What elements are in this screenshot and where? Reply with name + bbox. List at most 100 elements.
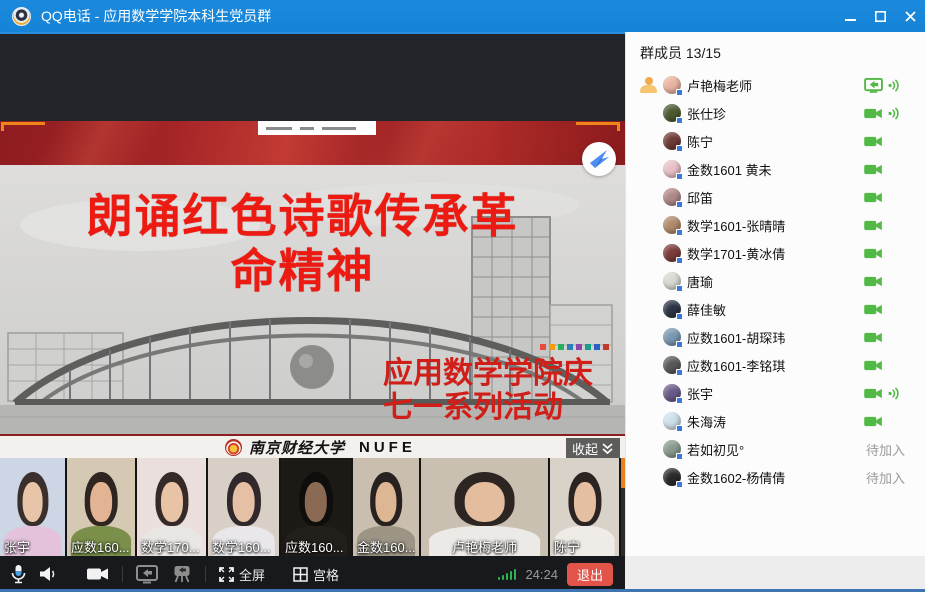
shared-screen-stage: 朗诵红色诗歌传承革 命精神 应用数学学院庆 七一系列活动 南京财经大学 NUFE… [0,32,625,556]
camera-on-icon [864,359,883,372]
share-icons-row [540,344,609,350]
video-badge-icon [676,89,683,96]
grid-label: 宫格 [313,565,339,584]
grid-view-button[interactable]: 宫格 [293,565,339,584]
camera-on-icon [864,331,883,344]
member-row[interactable]: 卢艳梅老师 [626,71,925,99]
call-toolbar: 全屏 宫格 24:24 退出 [0,556,625,592]
slide-subtitle-line1: 应用数学学院庆 [383,357,625,391]
video-badge-icon [676,229,683,236]
selection-corner-left [1,122,45,131]
member-row[interactable]: 应数1601-胡琛玮 [626,323,925,351]
member-name: 唐瑜 [687,272,713,291]
fullscreen-icon [219,567,234,582]
camera-on-icon [864,163,883,176]
close-button[interactable] [895,0,925,32]
member-row[interactable]: 金数1602-杨倩倩 待加入 [626,463,925,491]
fullscreen-button[interactable]: 全屏 [219,565,265,584]
member-row[interactable]: 陈宁 [626,127,925,155]
slide-title: 朗诵红色诗歌传承革 命精神 [0,189,605,299]
bird-logo-icon [582,142,616,176]
waiting-to-join-label: 待加入 [866,463,905,491]
member-avatar [663,76,681,94]
video-thumbnail[interactable]: 应数160... [67,458,135,556]
qq-call-window: QQ电话 - 应用数学学院本科生党员群 [0,0,925,592]
call-timer: 24:24 [525,567,558,582]
thumbnail-name: 应数160... [67,537,135,556]
video-thumbnail[interactable]: 陈宁 [550,458,619,556]
member-row[interactable]: 朱海涛 [626,407,925,435]
slide-subtitle-line2: 七一系列活动 [383,391,625,425]
video-badge-icon [676,145,683,152]
sidebar-footer-area [625,556,925,592]
member-row[interactable]: 数学1601-张晴晴 [626,211,925,239]
camera-on-icon [864,415,883,428]
member-row[interactable]: 张宇 [626,379,925,407]
camera-on-icon [864,247,883,260]
thumbnail-name: 陈宁 [550,537,619,556]
member-sidebar: 群成员 13/15 卢艳梅老师 [625,32,925,556]
member-row[interactable]: 张仕珍 [626,99,925,127]
video-badge-icon [676,341,683,348]
member-avatar [663,132,681,150]
member-avatar [663,188,681,206]
camera-on-icon [864,135,883,148]
member-avatar [663,468,681,486]
member-avatar [663,300,681,318]
video-thumbnail[interactable]: 张宇 [0,458,65,556]
member-name: 数学1701-黄冰倩 [687,244,785,263]
member-name: 朱海涛 [687,412,726,431]
member-row[interactable]: 若如初见° 待加入 [626,435,925,463]
video-thumbnail[interactable]: 金数160... [353,458,419,556]
video-badge-icon [676,201,683,208]
member-row[interactable]: 薛佳敏 [626,295,925,323]
thumbnail-name: 金数160... [353,537,419,556]
screen-share-icon [864,78,883,93]
camera-on-icon [864,303,883,316]
member-avatar [663,356,681,374]
member-row[interactable]: 应数1601-李铭琪 [626,351,925,379]
grid-icon [293,567,308,582]
member-row[interactable]: 邱笛 [626,183,925,211]
member-name: 金数1601 黄未 [687,160,772,179]
selection-corner-right [576,122,620,131]
video-badge-icon [676,117,683,124]
thumbnail-name: 张宇 [0,537,65,556]
double-chevron-down-icon [601,442,614,455]
member-row[interactable]: 唐瑜 [626,267,925,295]
member-row[interactable]: 金数1601 黄未 [626,155,925,183]
video-badge-icon [676,425,683,432]
screen-share-button[interactable] [136,556,158,592]
camera-on-icon [864,107,883,120]
group-owner-icon [640,77,657,93]
signal-strength-icon [498,568,517,580]
slide-subtitle: 应用数学学院庆 七一系列活动 [383,357,625,425]
video-thumbnail[interactable]: 应数160... [281,458,351,556]
video-badge-icon [676,173,683,180]
member-avatar [663,328,681,346]
member-avatar [663,272,681,290]
minimize-button[interactable] [835,0,865,32]
member-name: 张宇 [687,384,713,403]
exit-call-button[interactable]: 退出 [567,563,613,586]
speaker-button[interactable] [39,556,57,592]
camera-button[interactable] [87,556,108,592]
maximize-button[interactable] [865,0,895,32]
video-thumbnail[interactable]: 数学160... [208,458,279,556]
presentation-board-button[interactable] [172,556,192,592]
university-name: 南京财经大学 [249,437,345,458]
qq-call-icon [12,7,31,26]
thumbnail-name: 数学170... [137,537,206,556]
microphone-button[interactable] [10,556,27,592]
slide-footer: 南京财经大学 NUFE 收起 [0,434,625,458]
thumbnail-name: 应数160... [281,537,351,556]
video-badge-icon [676,369,683,376]
collapse-button[interactable]: 收起 [566,438,620,458]
member-row[interactable]: 数学1701-黄冰倩 [626,239,925,267]
member-count-header: 群成员 13/15 [626,32,925,69]
video-thumbnail-speaker[interactable]: 卢艳梅老师 [421,458,548,556]
member-avatar [663,384,681,402]
video-thumbnail[interactable]: 数学170... [137,458,206,556]
member-name: 若如初见° [687,440,744,459]
camera-on-icon [864,219,883,232]
